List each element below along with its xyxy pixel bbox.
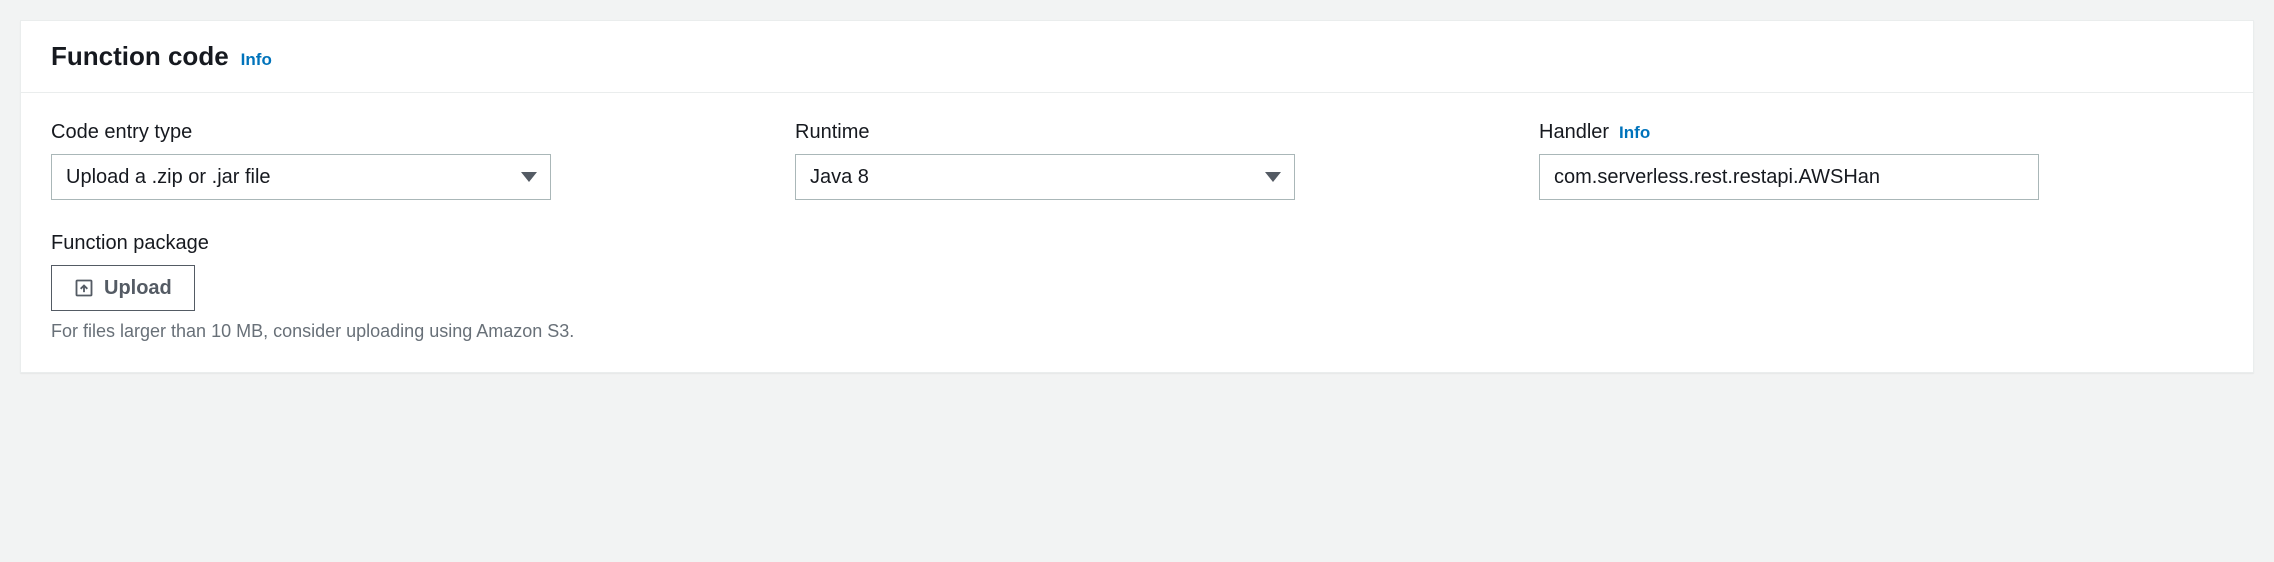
runtime-select[interactable]: Java 8: [795, 154, 1295, 200]
code-entry-type-select[interactable]: Upload a .zip or .jar file: [51, 154, 551, 200]
handler-field: Handler Info: [1539, 121, 2223, 200]
function-code-panel: Function code Info Code entry type Uploa…: [20, 20, 2254, 373]
handler-input[interactable]: [1539, 154, 2039, 200]
code-entry-type-field: Code entry type Upload a .zip or .jar fi…: [51, 121, 735, 200]
fields-row: Code entry type Upload a .zip or .jar fi…: [51, 121, 2223, 200]
code-entry-type-label: Code entry type: [51, 121, 735, 144]
handler-label: Handler: [1539, 121, 1609, 144]
header-info-link[interactable]: Info: [241, 50, 272, 70]
panel-title: Function code: [51, 41, 229, 72]
runtime-label: Runtime: [795, 121, 1479, 144]
function-package-section: Function package Upload For files larger…: [51, 232, 2223, 342]
upload-hint: For files larger than 10 MB, consider up…: [51, 321, 2223, 342]
handler-label-row: Handler Info: [1539, 121, 2223, 144]
panel-body: Code entry type Upload a .zip or .jar fi…: [21, 93, 2253, 372]
function-package-label: Function package: [51, 232, 2223, 255]
runtime-value: Java 8: [795, 154, 1295, 200]
upload-icon: [74, 278, 94, 298]
handler-info-link[interactable]: Info: [1619, 123, 1650, 143]
upload-button-label: Upload: [104, 277, 172, 300]
panel-header: Function code Info: [21, 21, 2253, 93]
runtime-field: Runtime Java 8: [795, 121, 1479, 200]
code-entry-type-value: Upload a .zip or .jar file: [51, 154, 551, 200]
upload-button[interactable]: Upload: [51, 265, 195, 311]
